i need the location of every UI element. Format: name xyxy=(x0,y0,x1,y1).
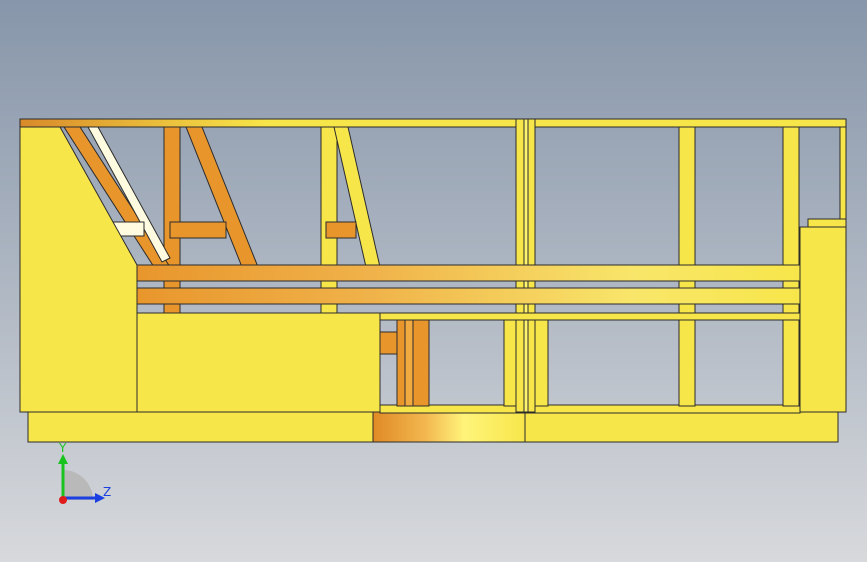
rail-lower[interactable] xyxy=(379,312,801,321)
frame-model[interactable] xyxy=(0,0,867,562)
post-mid-2[interactable] xyxy=(320,126,338,314)
end-block-cap[interactable] xyxy=(807,218,847,228)
y-arrow-icon xyxy=(58,454,68,464)
end-block-right[interactable] xyxy=(799,226,847,413)
inner-post-2[interactable] xyxy=(404,319,414,407)
post-right-end[interactable] xyxy=(839,126,847,228)
base-plate-right[interactable] xyxy=(524,411,839,443)
y-axis-label: Y xyxy=(58,441,67,455)
brace-diagonal-2[interactable] xyxy=(185,126,259,268)
rail-middle[interactable] xyxy=(136,287,801,305)
top-rail[interactable] xyxy=(19,118,847,128)
inner-bracket[interactable] xyxy=(379,331,398,355)
z-axis-label: Z xyxy=(103,485,111,499)
post-mid-1[interactable] xyxy=(163,126,181,314)
inner-post-3[interactable] xyxy=(412,319,430,407)
center-lower-post[interactable] xyxy=(503,319,517,407)
base-plate-left[interactable] xyxy=(27,411,374,443)
cad-viewport[interactable]: Y Z xyxy=(0,0,867,562)
x-axis-icon xyxy=(59,496,67,504)
base-plate-center[interactable] xyxy=(372,411,526,443)
rail-upper[interactable] xyxy=(136,264,801,282)
lower-block[interactable] xyxy=(136,312,381,413)
triad-quadrant xyxy=(63,470,93,500)
brace-diagonal-3[interactable] xyxy=(333,126,381,268)
bottom-beam[interactable] xyxy=(379,404,801,414)
cross-piece-2[interactable] xyxy=(325,221,357,239)
axis-triad: Y Z xyxy=(58,441,111,504)
inner-post-1[interactable] xyxy=(396,319,406,407)
cross-piece-1[interactable] xyxy=(169,221,227,239)
